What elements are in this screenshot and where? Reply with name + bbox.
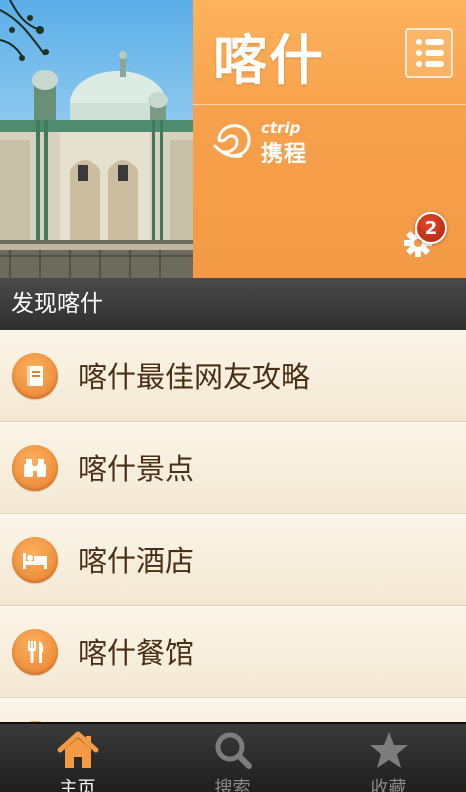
list-item-guides[interactable]: 喀什最佳网友攻略 — [0, 330, 466, 422]
list-item-hotels[interactable]: 喀什酒店 — [0, 514, 466, 606]
book-icon — [12, 353, 58, 399]
section-title: 发现喀什 — [0, 278, 466, 330]
search-icon — [215, 732, 252, 769]
tab-label: 主页 — [59, 778, 96, 792]
tab-label: 搜索 — [214, 778, 251, 792]
fork-knife-icon — [12, 629, 58, 675]
list-item-label: 喀什餐馆 — [78, 636, 195, 670]
logo-text-cn: 携程 — [261, 142, 308, 167]
list-item-label: 喀什景点 — [78, 452, 195, 486]
tab-label: 收藏 — [370, 778, 407, 792]
tab-bar: 主页 搜索 收藏 — [0, 722, 466, 792]
logo-text-en: ctrip — [261, 119, 301, 137]
list-item-attractions[interactable]: 喀什景点 — [0, 422, 466, 514]
star-icon — [369, 732, 408, 768]
notification-badge: 2 — [415, 212, 447, 244]
tab-search[interactable]: 搜索 — [155, 724, 310, 792]
tab-home[interactable]: 主页 — [0, 724, 155, 792]
tab-favorites[interactable]: 收藏 — [311, 724, 466, 792]
list-item-more[interactable] — [0, 698, 466, 722]
settings-button[interactable]: 2 — [401, 212, 449, 262]
header-divider — [193, 104, 466, 105]
ctrip-logo: ctrip 携程 — [211, 118, 331, 168]
discover-list: 喀什最佳网友攻略 喀什景点 喀什酒店 喀什餐馆 — [0, 330, 466, 722]
header-panel: 喀什 ctrip 携程 2 — [193, 0, 466, 278]
binoculars-icon — [12, 445, 58, 491]
list-item-label: 喀什最佳网友攻略 — [78, 360, 311, 394]
menu-button[interactable] — [405, 28, 453, 78]
city-photo — [0, 0, 193, 278]
city-title: 喀什 — [213, 29, 325, 92]
list-item-restaurants[interactable]: 喀什餐馆 — [0, 606, 466, 698]
home-icon — [57, 731, 98, 768]
list-item-label: 喀什酒店 — [78, 544, 195, 578]
dolphin-icon — [213, 124, 251, 158]
bed-icon — [12, 537, 58, 583]
